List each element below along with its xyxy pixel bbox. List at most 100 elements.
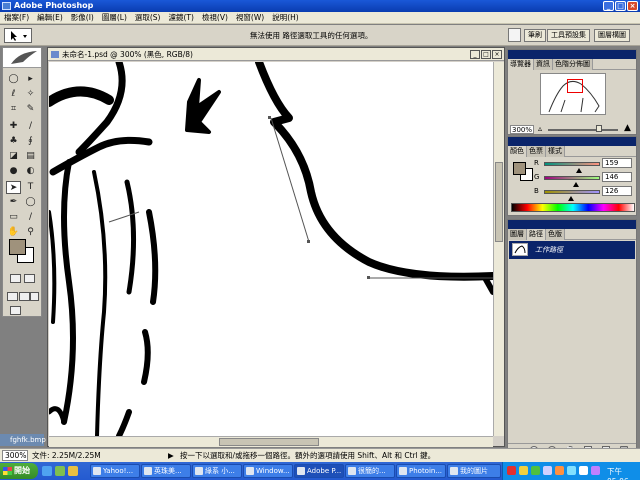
eyedropper-tool-icon[interactable]: ∕ [23, 211, 38, 224]
doc-minimize-button[interactable]: _ [470, 50, 480, 59]
brush-tool-icon[interactable]: ∕ [23, 120, 38, 133]
menu-file[interactable]: 檔案(F) [0, 12, 33, 24]
tab-color[interactable]: 顏色 [508, 146, 527, 157]
paths-palette-header[interactable] [508, 220, 636, 229]
clone-stamp-tool-icon[interactable]: ♣ [6, 135, 21, 148]
tray-network-icon[interactable] [531, 466, 540, 475]
slice-tool-icon[interactable]: ✎ [23, 103, 38, 116]
quicklaunch-desktop-icon[interactable] [55, 466, 65, 476]
tab-styles[interactable]: 樣式 [546, 146, 565, 157]
menu-help[interactable]: 說明(H) [268, 12, 303, 24]
task-windows[interactable]: Window... [243, 464, 293, 478]
navigator-view-box[interactable] [567, 79, 583, 93]
navigator-zoom-field[interactable]: 300% [510, 125, 534, 134]
tray-ime-icon[interactable] [567, 466, 576, 475]
channel-b-knob[interactable] [568, 196, 575, 201]
tool-preset-picker[interactable] [4, 28, 32, 43]
path-list-item[interactable]: 工作路徑 [509, 241, 635, 259]
foreground-color-swatch[interactable] [9, 239, 26, 255]
image-canvas[interactable] [49, 62, 493, 436]
quick-mask-mode-icon[interactable] [24, 274, 35, 283]
document-horizontal-scrollbar[interactable] [49, 436, 493, 447]
magic-wand-tool-icon[interactable]: ✧ [23, 88, 38, 101]
status-doc-size[interactable]: 文件: 2.25M/2.25M [32, 449, 101, 462]
minimized-image-window[interactable]: fghfk.bmp [0, 434, 46, 446]
jump-to-imageready-icon[interactable] [10, 306, 21, 315]
task-my-pictures[interactable]: 我的圖片 [447, 464, 501, 478]
well-tab-brushes[interactable]: 筆刷 [524, 29, 546, 42]
color-spectrum-bar[interactable] [511, 203, 635, 212]
channel-r-knob[interactable] [575, 168, 582, 173]
tab-swatches[interactable]: 色票 [527, 146, 546, 157]
start-button[interactable]: 開始 [0, 463, 38, 479]
lasso-tool-icon[interactable]: ℓ [6, 88, 21, 101]
doc-close-button[interactable]: × [492, 50, 502, 59]
horizontal-scroll-thumb[interactable] [219, 438, 319, 446]
zoom-in-icon[interactable]: ▲ [624, 123, 631, 133]
menu-window[interactable]: 視窗(W) [232, 12, 268, 24]
task-yahoo[interactable]: Yahoo!... [90, 464, 140, 478]
channel-r-slider[interactable] [544, 162, 600, 166]
task-messenger[interactable]: 綠系 小... [192, 464, 242, 478]
tab-info[interactable]: 資訊 [534, 59, 553, 70]
menu-view[interactable]: 檢視(V) [198, 12, 232, 24]
color-foreground-swatch[interactable] [513, 162, 526, 175]
well-tab-layer-comps[interactable]: 圖層構圖 [594, 29, 630, 42]
screen-mode-menubar-icon[interactable] [19, 292, 30, 301]
tab-navigator[interactable]: 導覽器 [508, 59, 534, 70]
task-folder[interactable]: 英珠美... [141, 464, 191, 478]
vertical-scroll-thumb[interactable] [495, 162, 503, 242]
tray-clipboard-icon[interactable] [579, 466, 588, 475]
tray-tool-icon[interactable] [591, 466, 600, 475]
menu-select[interactable]: 選取(S) [131, 12, 165, 24]
tray-update-icon[interactable] [555, 466, 564, 475]
history-brush-tool-icon[interactable]: ∮ [23, 135, 38, 148]
crop-tool-icon[interactable]: ⌗ [6, 103, 21, 116]
healing-brush-tool-icon[interactable]: ✚ [6, 120, 21, 133]
toolbox-header[interactable] [3, 48, 41, 68]
maximize-button[interactable]: □ [615, 1, 626, 11]
task-document[interactable]: 很簡的... [345, 464, 395, 478]
menu-edit[interactable]: 編輯(E) [33, 12, 67, 24]
pen-tool-icon[interactable]: ✒ [6, 196, 21, 209]
minimize-button[interactable]: _ [603, 1, 614, 11]
screen-mode-full-icon[interactable] [30, 292, 39, 301]
type-tool-icon[interactable]: T [23, 181, 38, 194]
document-titlebar[interactable]: 未命名-1.psd @ 300% (黑色, RGB/8) _ □ × [48, 48, 504, 61]
doc-maximize-button[interactable]: □ [481, 50, 491, 59]
task-adobe-photoshop[interactable]: Adobe P... [294, 464, 344, 478]
tab-histogram[interactable]: 色階分佈圖 [553, 59, 593, 70]
status-zoom-field[interactable]: 300% [2, 450, 28, 461]
channel-g-value[interactable]: 146 [602, 172, 632, 182]
tab-layers[interactable]: 圖層 [508, 229, 527, 240]
channel-r-value[interactable]: 159 [602, 158, 632, 168]
shape-tool-icon[interactable]: ◯ [23, 196, 38, 209]
eraser-tool-icon[interactable]: ◪ [6, 150, 21, 163]
gradient-tool-icon[interactable]: ▤ [23, 150, 38, 163]
close-button[interactable]: × [627, 1, 638, 11]
zoom-out-icon[interactable]: ▵ [538, 124, 542, 133]
palette-well-icon[interactable] [508, 28, 521, 42]
task-photoin[interactable]: Photoin... [396, 464, 446, 478]
document-vertical-scrollbar[interactable] [493, 62, 504, 436]
navigator-zoom-knob[interactable] [596, 125, 602, 132]
channel-g-knob[interactable] [572, 182, 579, 187]
channel-b-slider[interactable] [544, 190, 600, 194]
dodge-tool-icon[interactable]: ◐ [23, 165, 38, 178]
well-tab-tool-presets[interactable]: 工具預設集 [547, 29, 590, 42]
navigator-zoom-slider[interactable] [548, 129, 618, 131]
tray-volume-icon[interactable] [543, 466, 552, 475]
menu-layer[interactable]: 圖層(L) [98, 12, 131, 24]
tray-messenger-icon[interactable] [519, 466, 528, 475]
tab-channels[interactable]: 色版 [546, 229, 565, 240]
tray-antivirus-icon[interactable] [507, 466, 516, 475]
channel-g-slider[interactable] [544, 176, 600, 180]
quicklaunch-media-icon[interactable] [68, 466, 78, 476]
notes-tool-icon[interactable]: ▭ [6, 211, 21, 224]
marquee-tool-icon[interactable]: ◯ [6, 73, 21, 86]
hand-tool-icon[interactable]: ✋ [6, 226, 21, 239]
move-tool-icon[interactable]: ▸ [23, 73, 38, 86]
tab-paths[interactable]: 路徑 [527, 229, 546, 240]
path-selection-tool-icon[interactable]: ➤ [6, 181, 21, 194]
quicklaunch-ie-icon[interactable] [42, 466, 52, 476]
